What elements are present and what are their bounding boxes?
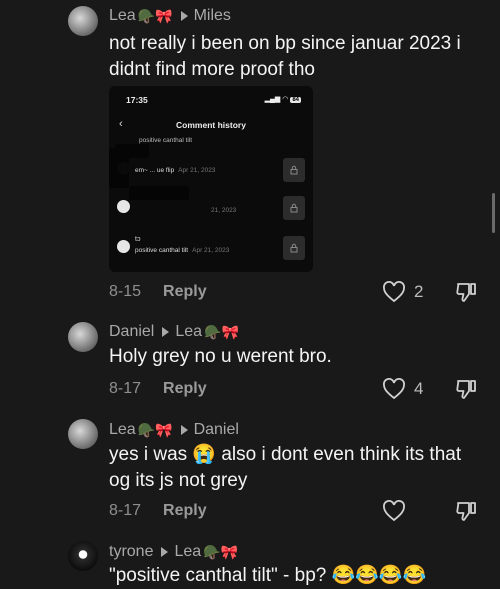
lock-icon — [283, 236, 305, 260]
author-name[interactable]: tyrone — [109, 543, 153, 561]
status-icons: ▂▄▆ ◠ 84 — [265, 95, 301, 103]
battery-icon: 84 — [290, 97, 301, 103]
thumbs-down-icon — [456, 380, 476, 399]
author-name[interactable]: Daniel — [109, 323, 154, 341]
screenshot-title: Comment history — [176, 120, 246, 130]
reply-to-name[interactable]: Lea — [175, 323, 202, 341]
author-name[interactable]: Lea — [109, 7, 136, 25]
reply-arrow-icon — [161, 547, 169, 557]
comment-header: Lea 🪖🎀 Daniel — [109, 421, 239, 439]
heart-outline-icon — [383, 378, 405, 400]
avatar — [117, 240, 130, 253]
thumbs-down-icon — [456, 502, 476, 521]
reply-to-name[interactable]: Miles — [194, 7, 231, 25]
reply-to-name[interactable]: Lea — [174, 543, 201, 561]
reply-arrow-icon — [180, 425, 188, 435]
avatar[interactable] — [68, 541, 98, 571]
avatar[interactable] — [68, 6, 98, 36]
author-name[interactable]: Lea — [109, 421, 136, 439]
reply-button[interactable]: Reply — [163, 380, 207, 398]
screenshot-top-text: positive canthal tilt — [139, 137, 193, 144]
reply-to-name[interactable]: Daniel — [194, 421, 239, 439]
scrollbar[interactable] — [492, 193, 495, 233]
reply-arrow-icon — [162, 327, 170, 337]
comment-date: 8-15 — [109, 283, 142, 300]
attached-screenshot[interactable]: 17:35 ▂▄▆ ◠ 84 ‹ Comment history positiv… — [109, 86, 313, 272]
like-count: 2 — [414, 282, 424, 301]
signal-icon: ▂▄▆ — [264, 96, 281, 103]
lock-icon — [283, 196, 305, 220]
comment-text: Holy grey no u werent bro. — [109, 346, 332, 367]
reply-to-emoji: 🪖🎀 — [204, 323, 239, 340]
thumbs-down-icon — [456, 283, 476, 302]
heart-outline-icon — [383, 500, 405, 522]
comment-header: Lea 🪖🎀 Miles — [109, 7, 231, 25]
avatar — [117, 162, 130, 175]
reply-button[interactable]: Reply — [163, 502, 207, 520]
like-count: 4 — [414, 379, 424, 398]
dislike-button[interactable] — [455, 378, 477, 405]
comment-text: "positive canthal tilt" - bp? 😂😂😂😂 — [109, 565, 427, 586]
comment-date: 8-17 — [109, 502, 142, 519]
dislike-button[interactable] — [455, 500, 477, 527]
reply-to-emoji: 🪖🎀 — [203, 543, 239, 560]
history-row: em~ ... ue flip Apr 21, 2023 — [117, 158, 307, 184]
comment-text: not really i been on bp since januar 202… — [109, 33, 461, 80]
comment-header: Daniel Lea 🪖🎀 — [109, 323, 239, 341]
reply-button[interactable]: Reply — [163, 283, 207, 301]
lock-icon — [283, 158, 305, 182]
avatar — [117, 200, 130, 213]
history-row: tɔ positive canthal tilt Apr 21, 2023 — [117, 236, 307, 262]
heart-outline-icon — [383, 281, 405, 303]
comment-meta: 8-17 Reply — [109, 380, 207, 398]
author-emoji: 🪖🎀 — [137, 421, 173, 438]
like-button[interactable]: 4 — [382, 378, 423, 400]
like-button[interactable]: 2 — [382, 281, 423, 303]
history-row: 21, 2023 — [117, 196, 307, 222]
author-emoji: 🪖🎀 — [137, 7, 173, 24]
comment-meta: 8-17 Reply — [109, 502, 207, 520]
like-button[interactable] — [382, 500, 414, 522]
dislike-button[interactable] — [455, 281, 477, 308]
avatar[interactable] — [68, 322, 98, 352]
comment-text: yes i was 😭 also i dont even think its t… — [109, 444, 462, 491]
status-time: 17:35 — [126, 95, 148, 105]
comment-meta: 8-15 Reply — [109, 283, 207, 301]
comment-header: tyrone Lea 🪖🎀 — [109, 543, 238, 561]
wifi-icon: ◠ — [282, 96, 289, 103]
reply-arrow-icon — [180, 11, 188, 21]
comment-date: 8-17 — [109, 380, 142, 397]
avatar[interactable] — [68, 419, 98, 449]
